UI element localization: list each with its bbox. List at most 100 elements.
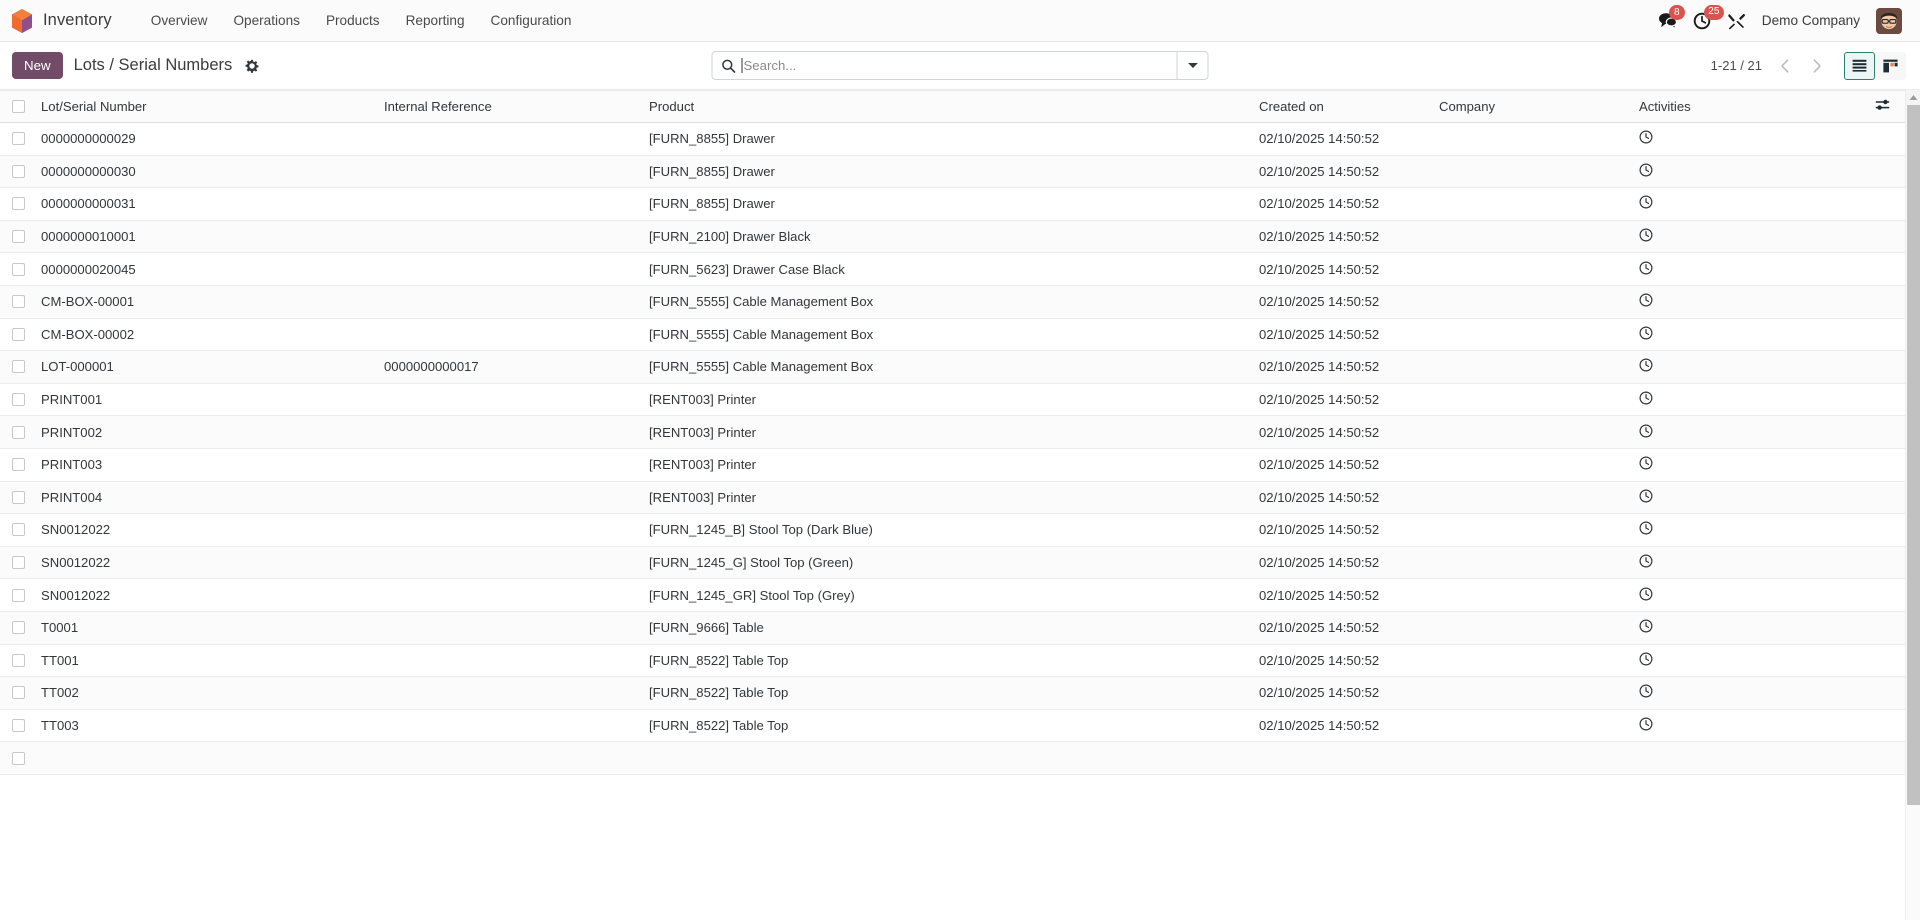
menu-item-reporting[interactable]: Reporting bbox=[393, 7, 478, 34]
row-checkbox[interactable] bbox=[12, 588, 25, 602]
table-row[interactable]: PRINT001 [RENT003] Printer 02/10/2025 14:5… bbox=[0, 383, 1906, 417]
menu-item-configuration[interactable]: Configuration bbox=[478, 7, 585, 34]
menu-item-products[interactable]: Products bbox=[313, 7, 393, 34]
table-row[interactable]: SN0012022 [FURN_1245_B] Stool Top (Dark B… bbox=[0, 513, 1906, 547]
row-checkbox[interactable] bbox=[12, 718, 25, 732]
clock-icon[interactable] bbox=[1639, 424, 1653, 438]
menu-item-overview[interactable]: Overview bbox=[138, 7, 221, 34]
table-row[interactable]: CM-BOX-00001 [FURN_5555] Cable Management… bbox=[0, 285, 1906, 319]
cell-activities[interactable] bbox=[1631, 318, 1861, 352]
row-checkbox[interactable] bbox=[12, 621, 25, 635]
activities-button[interactable]: 25 bbox=[1693, 4, 1724, 30]
menu-item-operations[interactable]: Operations bbox=[220, 7, 313, 34]
row-checkbox[interactable] bbox=[12, 393, 25, 407]
cell-activities[interactable] bbox=[1631, 187, 1861, 221]
clock-icon[interactable] bbox=[1639, 554, 1653, 568]
cell-activities[interactable] bbox=[1631, 252, 1861, 286]
gear-icon[interactable] bbox=[245, 59, 259, 73]
table-row[interactable]: PRINT002 [RENT003] Printer 02/10/2025 14:5… bbox=[0, 415, 1906, 449]
row-select-cell[interactable] bbox=[0, 350, 33, 384]
table-row[interactable]: TT001 [FURN_8522] Table Top 02/10/2025 14:… bbox=[0, 644, 1906, 678]
table-row[interactable]: TT002 [FURN_8522] Table Top 02/10/2025 14:… bbox=[0, 676, 1906, 710]
row-select-cell[interactable] bbox=[0, 318, 33, 352]
clock-icon[interactable] bbox=[1639, 587, 1653, 601]
row-select-cell[interactable] bbox=[0, 187, 33, 221]
select-all-checkbox[interactable] bbox=[12, 100, 25, 113]
row-checkbox[interactable] bbox=[12, 262, 25, 276]
row-select-cell[interactable] bbox=[0, 285, 33, 319]
column-header-product[interactable]: Product bbox=[641, 90, 1251, 123]
messages-button[interactable]: 8 bbox=[1658, 5, 1685, 29]
table-row[interactable]: SN0012022 [FURN_1245_GR] Stool Top (Grey)… bbox=[0, 578, 1906, 612]
clock-icon[interactable] bbox=[1639, 228, 1653, 242]
table-row[interactable]: SN0012022 [FURN_1245_G] Stool Top (Green)… bbox=[0, 546, 1906, 580]
row-select-cell[interactable] bbox=[0, 513, 33, 547]
vertical-scrollbar[interactable] bbox=[1905, 90, 1920, 920]
column-header-lot-serial-number[interactable]: Lot/Serial Number bbox=[33, 90, 376, 123]
table-row[interactable]: 0000000000030 [FURN_8855] Drawer 02/10/202… bbox=[0, 155, 1906, 189]
clock-icon[interactable] bbox=[1639, 717, 1653, 731]
clock-icon[interactable] bbox=[1639, 326, 1653, 340]
row-checkbox[interactable] bbox=[12, 230, 25, 244]
row-select-cell[interactable] bbox=[0, 546, 33, 580]
search-bar[interactable]: Search... bbox=[711, 51, 1209, 80]
table-row[interactable]: 0000000000029 [FURN_8855] Drawer 02/10/202… bbox=[0, 122, 1906, 156]
brand-group[interactable]: Inventory bbox=[10, 8, 112, 34]
clock-icon[interactable] bbox=[1639, 261, 1653, 275]
table-row[interactable]: LOT-000001 0000000000017 [FURN_5555] Cable… bbox=[0, 350, 1906, 384]
pager-previous-button[interactable] bbox=[1772, 53, 1798, 79]
row-checkbox[interactable] bbox=[12, 653, 25, 667]
row-select-cell[interactable] bbox=[0, 220, 33, 254]
user-avatar[interactable] bbox=[1876, 7, 1902, 34]
row-select-cell[interactable] bbox=[0, 383, 33, 417]
clock-icon[interactable] bbox=[1639, 684, 1653, 698]
row-checkbox[interactable] bbox=[12, 686, 25, 700]
pager-next-button[interactable] bbox=[1804, 53, 1830, 79]
row-checkbox[interactable] bbox=[12, 490, 25, 504]
cell-activities[interactable] bbox=[1631, 122, 1861, 156]
column-header-internal-reference[interactable]: Internal Reference bbox=[376, 90, 641, 123]
row-select-cell[interactable] bbox=[0, 676, 33, 710]
column-header-activities[interactable]: Activities bbox=[1631, 90, 1861, 123]
company-switcher[interactable]: Demo Company bbox=[1762, 13, 1860, 28]
row-checkbox[interactable] bbox=[12, 197, 25, 211]
row-select-cell[interactable] bbox=[0, 415, 33, 449]
cell-activities[interactable] bbox=[1631, 448, 1861, 482]
pager-range[interactable]: 1-21 / 21 bbox=[1711, 58, 1762, 73]
search-input[interactable]: Search... bbox=[741, 52, 1177, 79]
table-row[interactable]: 0000000020045 [FURN_5623] Drawer Case Bla… bbox=[0, 252, 1906, 286]
cell-activities[interactable] bbox=[1631, 578, 1861, 612]
cell-activities[interactable] bbox=[1631, 415, 1861, 449]
select-all-header[interactable] bbox=[0, 90, 33, 123]
table-row[interactable]: T0001 [FURN_9666] Table 02/10/2025 14:50:5… bbox=[0, 611, 1906, 645]
cell-activities[interactable] bbox=[1631, 383, 1861, 417]
cell-activities[interactable] bbox=[1631, 709, 1861, 743]
table-row[interactable]: 0000000000031 [FURN_8855] Drawer 02/10/202… bbox=[0, 187, 1906, 221]
row-select-cell[interactable] bbox=[0, 709, 33, 743]
row-checkbox[interactable] bbox=[12, 523, 25, 537]
row-select-cell[interactable] bbox=[0, 644, 33, 678]
row-checkbox[interactable] bbox=[12, 458, 25, 472]
clock-icon[interactable] bbox=[1639, 195, 1653, 209]
table-row[interactable]: PRINT003 [RENT003] Printer 02/10/2025 14:5… bbox=[0, 448, 1906, 482]
scrollbar-thumb[interactable] bbox=[1907, 105, 1920, 805]
clock-icon[interactable] bbox=[1639, 652, 1653, 666]
list-view-button[interactable] bbox=[1844, 51, 1875, 80]
row-checkbox[interactable] bbox=[12, 132, 25, 146]
table-row[interactable] bbox=[0, 741, 1906, 775]
cell-activities[interactable] bbox=[1631, 741, 1861, 775]
row-select-cell[interactable] bbox=[0, 122, 33, 156]
cell-activities[interactable] bbox=[1631, 611, 1861, 645]
table-row[interactable]: PRINT004 [RENT003] Printer 02/10/2025 14:5… bbox=[0, 481, 1906, 515]
cell-activities[interactable] bbox=[1631, 155, 1861, 189]
cell-activities[interactable] bbox=[1631, 220, 1861, 254]
debug-menu-button[interactable] bbox=[1727, 12, 1746, 30]
cell-activities[interactable] bbox=[1631, 350, 1861, 384]
row-select-cell[interactable] bbox=[0, 741, 33, 775]
clock-icon[interactable] bbox=[1639, 391, 1653, 405]
search-dropdown-toggle[interactable] bbox=[1176, 52, 1208, 79]
row-select-cell[interactable] bbox=[0, 155, 33, 189]
row-select-cell[interactable] bbox=[0, 481, 33, 515]
column-header-created-on[interactable]: Created on bbox=[1251, 90, 1431, 123]
cell-activities[interactable] bbox=[1631, 285, 1861, 319]
